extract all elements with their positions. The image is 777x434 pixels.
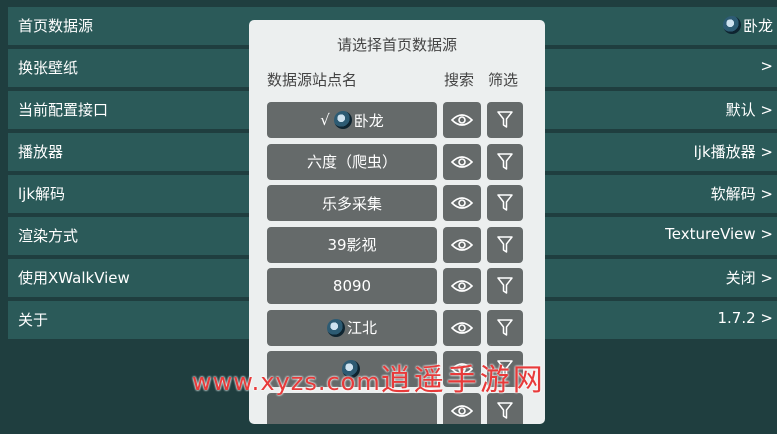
source-select-button[interactable]: 乐多采集	[267, 185, 437, 221]
setting-label: 渲染方式	[18, 227, 79, 245]
source-name: 卧龙	[353, 111, 384, 130]
setting-label: 换张壁纸	[18, 59, 79, 77]
funnel-icon[interactable]	[487, 143, 523, 180]
eye-icon[interactable]	[443, 268, 481, 304]
source-row: 六度（爬虫）	[267, 143, 539, 180]
avatar-icon	[326, 318, 345, 337]
funnel-icon[interactable]	[487, 268, 523, 304]
setting-label: 播放器	[18, 143, 64, 161]
source-select-button[interactable]: 39影视	[267, 226, 437, 263]
eye-icon[interactable]	[443, 143, 481, 180]
source-name: 江北	[346, 319, 377, 337]
setting-label: 关于	[18, 311, 49, 329]
source-row: 江北	[267, 309, 539, 346]
setting-label: 首页数据源	[18, 17, 94, 35]
eye-icon[interactable]	[443, 102, 481, 138]
funnel-icon[interactable]	[487, 185, 523, 221]
setting-value: ljk播放器 >	[693, 143, 773, 161]
watermark-text: 逍遥手游网	[380, 363, 546, 398]
source-row: 39影视	[267, 226, 539, 263]
funnel-icon[interactable]	[487, 309, 523, 346]
avatar-icon	[722, 16, 741, 34]
watermark: www.xyzs.com逍遥手游网	[192, 355, 546, 399]
setting-value: >	[760, 57, 773, 75]
source-select-button[interactable]: √ 卧龙	[267, 102, 437, 138]
source-row: 8090	[267, 268, 539, 304]
eye-icon[interactable]	[443, 309, 481, 346]
source-select-button[interactable]: 江北	[267, 309, 437, 346]
funnel-icon[interactable]	[487, 226, 523, 263]
setting-label: ljk解码	[18, 185, 66, 203]
source-row: 乐多采集	[267, 185, 539, 221]
source-select-button[interactable]: 8090	[267, 268, 437, 304]
source-row: √ 卧龙	[267, 102, 539, 138]
source-name: 乐多采集	[321, 194, 382, 213]
setting-label: 当前配置接口	[18, 101, 109, 119]
source-name: 六度（爬虫）	[306, 153, 397, 171]
checkmark-icon: √	[320, 111, 330, 129]
avatar-icon	[333, 111, 352, 129]
source-name: 39影视	[327, 236, 377, 254]
setting-label: 使用XWalkView	[18, 269, 130, 287]
source-select-button[interactable]: 六度（爬虫）	[267, 143, 437, 180]
setting-value: 卧龙	[722, 15, 773, 36]
setting-value: TextureView >	[665, 225, 773, 243]
source-name: 8090	[332, 277, 372, 295]
setting-value: 软解码 >	[710, 185, 773, 203]
setting-value: 默认 >	[725, 101, 773, 119]
eye-icon[interactable]	[443, 226, 481, 263]
watermark-url: www.xyzs.com	[192, 368, 381, 396]
setting-value: 1.7.2 >	[717, 309, 773, 327]
eye-icon[interactable]	[443, 185, 481, 221]
funnel-icon[interactable]	[487, 102, 523, 138]
setting-value: 关闭 >	[725, 269, 773, 287]
